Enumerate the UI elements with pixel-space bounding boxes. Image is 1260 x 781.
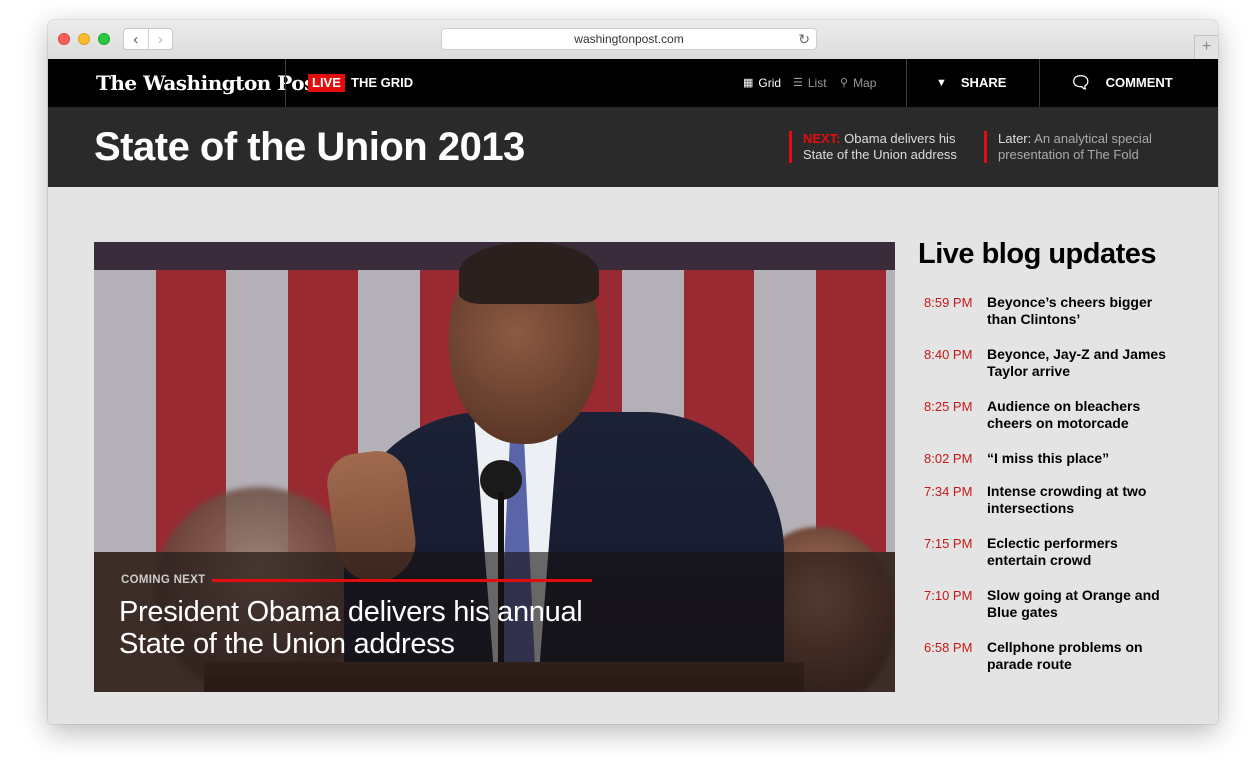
new-tab-button[interactable]: + — [1194, 35, 1218, 59]
grid-icon: ▦ — [743, 77, 754, 89]
coming-next-label: COMING NEXT — [121, 574, 206, 586]
next-text-line1: Obama delivers his — [840, 131, 956, 146]
section-title[interactable]: THE GRID — [351, 59, 413, 107]
later-text-line2: presentation of The Fold — [998, 147, 1139, 162]
live-blog-title: Live blog updates — [918, 238, 1157, 270]
live-blog-list: 8:59 PM Beyonce’s cheers bigger than Cli… — [924, 294, 1204, 691]
address-bar[interactable]: washingtonpost.com ↻ — [441, 28, 817, 50]
share-button[interactable]: ▼ SHARE — [936, 59, 1006, 107]
schedule-next[interactable]: NEXT: Obama delivers his State of the Un… — [789, 131, 957, 163]
blog-item[interactable]: 8:25 PM Audience on bleachers cheers on … — [924, 398, 1204, 450]
page-title: State of the Union 2013 — [94, 125, 525, 169]
blog-item[interactable]: 7:15 PM Eclectic performers entertain cr… — [924, 535, 1204, 587]
blog-item-headline[interactable]: Beyonce, Jay-Z and James Taylor arrive — [987, 346, 1167, 380]
reload-icon[interactable]: ↻ — [798, 29, 810, 49]
later-text-line1: An analytical special — [1031, 131, 1152, 146]
blog-item[interactable]: 6:58 PM Cellphone problems on parade rou… — [924, 639, 1204, 691]
blog-item-time: 8:02 PM — [924, 451, 973, 466]
blog-item-headline[interactable]: Slow going at Orange and Blue gates — [987, 587, 1167, 621]
live-badge: LIVE — [308, 74, 345, 92]
comment-label: COMMENT — [1105, 75, 1173, 90]
minimize-window-button[interactable] — [78, 33, 90, 45]
comment-bubble-icon: 🗨 — [1070, 73, 1092, 92]
schedule-later[interactable]: Later: An analytical special presentatio… — [984, 131, 1152, 163]
blog-item-time: 7:34 PM — [924, 484, 973, 499]
title-band: State of the Union 2013 NEXT: Obama deli… — [48, 107, 1218, 187]
view-grid-link[interactable]: ▦ Grid — [743, 59, 781, 107]
comment-button[interactable]: 🗨 COMMENT — [1070, 59, 1173, 107]
list-icon: ☰ — [793, 77, 803, 89]
next-text-line2: State of the Union address — [803, 147, 957, 162]
share-label: SHARE — [960, 75, 1007, 90]
blog-item-time: 8:25 PM — [924, 399, 973, 414]
view-list-label: List — [807, 76, 827, 90]
blog-item-time: 6:58 PM — [924, 640, 973, 655]
blog-item-headline[interactable]: Audience on bleachers cheers on motorcad… — [987, 398, 1167, 432]
hero-headline-line2: State of the Union address — [119, 628, 455, 660]
browser-window: ‹ › washingtonpost.com ↻ + The Washingto… — [48, 20, 1218, 724]
forward-button[interactable]: › — [149, 29, 173, 49]
view-grid-label: Grid — [758, 76, 782, 90]
hero-image[interactable]: COMING NEXT President Obama delivers his… — [94, 242, 895, 692]
later-label: Later: — [998, 131, 1032, 146]
view-list-link[interactable]: ☰ List — [793, 59, 827, 107]
header-divider — [285, 59, 286, 107]
blog-item-time: 7:10 PM — [924, 588, 973, 603]
blog-item[interactable]: 8:59 PM Beyonce’s cheers bigger than Cli… — [924, 294, 1204, 346]
hero-headline-line1: President Obama delivers his annual — [119, 596, 583, 628]
back-button[interactable]: ‹ — [124, 29, 149, 49]
header-divider — [906, 59, 907, 107]
url-text: washingtonpost.com — [574, 32, 684, 46]
site-logo[interactable]: The Washington Post — [96, 59, 324, 107]
coming-next-rule — [212, 579, 592, 582]
view-map-label: Map — [853, 76, 877, 90]
next-label: NEXT: — [803, 131, 841, 146]
browser-toolbar: ‹ › washingtonpost.com ↻ + — [48, 20, 1218, 60]
blog-item[interactable]: 8:02 PM “I miss this place” — [924, 450, 1204, 483]
blog-item[interactable]: 7:34 PM Intense crowding at two intersec… — [924, 483, 1204, 535]
blog-item[interactable]: 7:10 PM Slow going at Orange and Blue ga… — [924, 587, 1204, 639]
speaker-hair — [459, 242, 599, 304]
caret-down-icon: ▼ — [936, 77, 947, 89]
map-pin-icon: ⚲ — [840, 77, 849, 89]
chevron-left-icon: ‹ — [133, 30, 139, 48]
zoom-window-button[interactable] — [98, 33, 110, 45]
close-window-button[interactable] — [58, 33, 70, 45]
site-header: The Washington Post LIVE THE GRID ▦ Grid… — [48, 59, 1218, 107]
view-map-link[interactable]: ⚲ Map — [840, 59, 876, 107]
header-divider — [1039, 59, 1040, 107]
navigation-buttons: ‹ › — [123, 28, 173, 50]
blog-item-headline[interactable]: Intense crowding at two intersections — [987, 483, 1167, 517]
blog-item-headline[interactable]: Beyonce’s cheers bigger than Clintons’ — [987, 294, 1167, 328]
blog-item-headline[interactable]: “I miss this place” — [987, 450, 1167, 467]
blog-item-time: 8:59 PM — [924, 295, 973, 310]
blog-item-time: 7:15 PM — [924, 536, 973, 551]
hero-headline[interactable]: President Obama delivers his annual Stat… — [119, 596, 639, 660]
blog-item[interactable]: 8:40 PM Beyonce, Jay-Z and James Taylor … — [924, 346, 1204, 398]
plus-icon: + — [1201, 38, 1212, 55]
hero-caption-overlay: COMING NEXT President Obama delivers his… — [94, 552, 895, 692]
blog-item-headline[interactable]: Cellphone problems on parade route — [987, 639, 1167, 673]
blog-item-headline[interactable]: Eclectic performers entertain crowd — [987, 535, 1167, 569]
blog-item-time: 8:40 PM — [924, 347, 973, 362]
chevron-right-icon: › — [157, 30, 163, 48]
